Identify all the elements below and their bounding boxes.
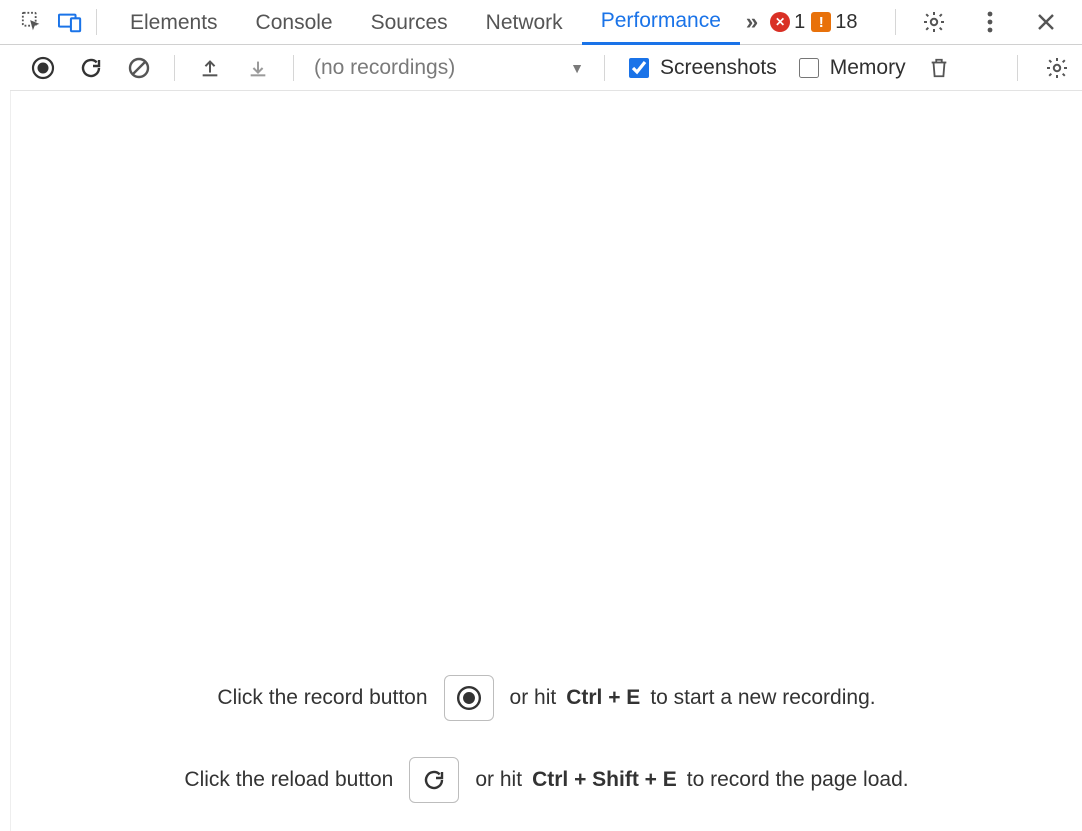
screenshots-checkbox[interactable]: Screenshots [625, 55, 777, 81]
clear-button[interactable] [124, 53, 154, 83]
tab-elements[interactable]: Elements [111, 0, 237, 45]
memory-checkbox-input[interactable] [799, 58, 819, 78]
warning-count-badge[interactable]: 18 [811, 11, 857, 34]
devtools-tabstrip: Elements Console Sources Network Perform… [0, 0, 1082, 45]
kebab-menu-icon[interactable] [974, 6, 1006, 38]
warning-icon [811, 12, 831, 32]
hint-text: Click the reload button [184, 768, 393, 792]
memory-label: Memory [830, 56, 906, 80]
memory-checkbox[interactable]: Memory [795, 55, 906, 81]
settings-gear-icon[interactable] [918, 6, 950, 38]
separator [293, 55, 294, 81]
hint-text: or hit [510, 686, 557, 710]
tab-network[interactable]: Network [467, 0, 582, 45]
device-toolbar-icon[interactable] [54, 6, 86, 38]
reload-icon[interactable] [409, 757, 459, 803]
performance-toolbar: (no recordings) ▼ Screenshots Memory [10, 45, 1082, 91]
performance-empty-state: Click the record button or hit Ctrl + E … [10, 91, 1082, 831]
hint-text: to start a new recording. [650, 686, 875, 710]
separator [96, 9, 97, 35]
hint-reload: Click the reload button or hit Ctrl + Sh… [11, 739, 1082, 821]
hint-text: to record the page load. [687, 768, 909, 792]
screenshots-label: Screenshots [660, 56, 777, 80]
hint-text: or hit [475, 768, 522, 792]
garbage-collect-icon[interactable] [924, 53, 954, 83]
dropdown-caret-icon: ▼ [570, 60, 584, 76]
tab-performance[interactable]: Performance [582, 0, 740, 45]
tab-console[interactable]: Console [237, 0, 352, 45]
inspect-element-icon[interactable] [16, 6, 48, 38]
more-tabs-chevron-icon[interactable]: » [740, 9, 764, 35]
screenshots-checkbox-input[interactable] [629, 58, 649, 78]
separator [604, 55, 605, 81]
hint-record: Click the record button or hit Ctrl + E … [11, 657, 1082, 739]
recordings-select[interactable]: (no recordings) ▼ [314, 56, 584, 80]
capture-settings-gear-icon[interactable] [1042, 53, 1072, 83]
close-devtools-icon[interactable] [1030, 6, 1062, 38]
hint-shortcut: Ctrl + E [566, 686, 640, 710]
separator [174, 55, 175, 81]
separator [895, 9, 896, 35]
record-button[interactable] [28, 53, 58, 83]
separator [1017, 55, 1018, 81]
hint-shortcut: Ctrl + Shift + E [532, 768, 677, 792]
tab-sources[interactable]: Sources [352, 0, 467, 45]
error-icon [770, 12, 790, 32]
download-profile-icon[interactable] [243, 53, 273, 83]
warning-count: 18 [835, 11, 857, 34]
error-count-badge[interactable]: 1 [770, 11, 805, 34]
hint-text: Click the record button [217, 686, 427, 710]
record-icon[interactable] [444, 675, 494, 721]
error-count: 1 [794, 11, 805, 34]
recordings-placeholder: (no recordings) [314, 56, 455, 80]
upload-profile-icon[interactable] [195, 53, 225, 83]
reload-record-button[interactable] [76, 53, 106, 83]
